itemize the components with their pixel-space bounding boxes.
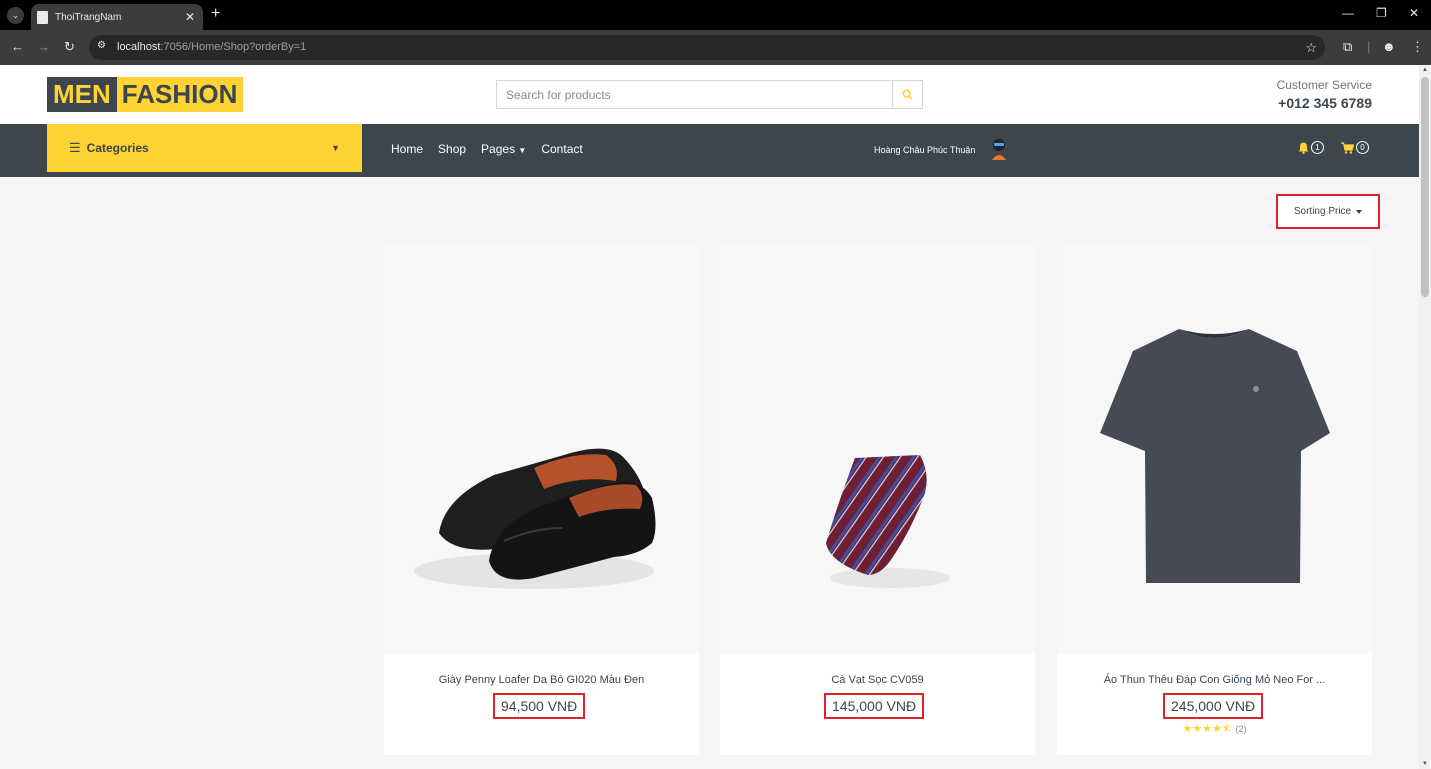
main-navbar: ☰ Categories ▼ Home Shop Pages ▼ Contact… (0, 124, 1419, 177)
cart[interactable]: 0 (1341, 141, 1369, 154)
search-icon (902, 89, 913, 100)
profile-icon[interactable]: ☻ (1382, 39, 1396, 54)
tshirt-image (1100, 329, 1330, 583)
site-logo[interactable]: MEN FASHION (47, 77, 244, 112)
minimize-icon[interactable]: — (1342, 6, 1354, 20)
user-avatar-icon[interactable] (990, 138, 1008, 160)
product-price: 145,000 VNĐ (824, 693, 925, 719)
product-name[interactable]: Áo Thun Thêu Đáp Con Giống Mỏ Neo For ..… (1057, 674, 1372, 686)
page-scrollbar[interactable]: ▲ ▼ (1419, 65, 1431, 769)
search-button[interactable] (892, 81, 922, 108)
notifications[interactable]: 1 (1298, 141, 1324, 154)
browser-menu-icon[interactable]: ⋮ (1411, 39, 1424, 55)
review-count: (2) (1235, 724, 1247, 734)
address-bar[interactable]: ⚙ localhost:7056/Home/Shop?orderBy=1 ☆ (89, 35, 1325, 60)
nav-links: Home Shop Pages ▼ Contact (391, 142, 583, 156)
nav-link-contact[interactable]: Contact (541, 142, 582, 156)
caret-down-icon (1356, 209, 1363, 214)
product-image[interactable] (720, 243, 1035, 653)
scroll-down-icon[interactable]: ▼ (1422, 761, 1428, 767)
page-favicon-icon (37, 10, 48, 24)
product-card[interactable]: Giày Penny Loafer Da Bò GI020 Màu Đen 94… (384, 243, 699, 755)
product-card[interactable]: Áo Thun Thêu Đáp Con Giống Mỏ Neo For ..… (1057, 243, 1372, 755)
search-input[interactable] (497, 81, 893, 108)
star-icon: ★ (1182, 723, 1193, 735)
striped-tie-image (826, 455, 950, 588)
close-tab-icon[interactable]: ✕ (185, 10, 195, 24)
forward-icon[interactable]: → (37, 39, 50, 54)
customer-service: Customer Service +012 345 6789 (1277, 78, 1372, 111)
half-star-icon: ⯪ (1222, 723, 1233, 735)
search-form (496, 80, 923, 109)
tab-search-icon[interactable]: ⌄ (7, 7, 24, 24)
menu-bars-icon: ☰ (69, 140, 81, 155)
nav-link-shop[interactable]: Shop (438, 142, 466, 156)
nav-link-pages-label: Pages (481, 142, 516, 156)
toolbar-divider: | (1367, 39, 1371, 54)
categories-dropdown[interactable]: ☰ Categories ▼ (47, 124, 362, 172)
customer-service-phone: +012 345 6789 (1278, 95, 1372, 111)
cart-icon (1341, 141, 1354, 154)
product-price: 94,500 VNĐ (493, 693, 586, 719)
product-name[interactable]: Cà Vạt Sọc CV059 (720, 674, 1035, 686)
url-path: :7056/Home/Shop?orderBy=1 (160, 41, 307, 53)
star-icon: ★ (1212, 723, 1222, 735)
logo-men: MEN (47, 77, 117, 112)
product-image[interactable] (1057, 243, 1372, 653)
close-window-icon[interactable]: ✕ (1409, 6, 1419, 20)
star-icon: ★ (1202, 723, 1213, 735)
loafer-shoes-image (414, 448, 656, 589)
sort-label: Sorting Price (1293, 206, 1352, 217)
chevron-down-icon: ▼ (518, 146, 527, 155)
user-name[interactable]: Hoàng Châu Phúc Thuận (874, 145, 975, 155)
cart-count-badge: 0 (1356, 141, 1369, 154)
new-tab-icon[interactable]: + (211, 5, 220, 23)
website: MEN FASHION Customer Service +012 345 67… (0, 65, 1419, 769)
product-rating: ★★★★⯪ (2) (1057, 720, 1372, 739)
chevron-down-icon: ▼ (331, 143, 340, 153)
categories-label: Categories (86, 141, 149, 155)
browser-tab-bar: ⌄ ThoiTrangNam ✕ + — ❐ ✕ (0, 0, 1431, 30)
bell-icon (1298, 142, 1309, 154)
site-header: MEN FASHION Customer Service +012 345 67… (0, 65, 1419, 124)
logo-fashion: FASHION (116, 77, 244, 112)
bookmark-star-icon[interactable]: ☆ (1305, 40, 1317, 56)
browser-toolbar: ← → ↻ ⚙ localhost:7056/Home/Shop?orderBy… (0, 30, 1431, 65)
extensions-icon[interactable]: ⧉ (1343, 39, 1352, 55)
restore-icon[interactable]: ❐ (1376, 6, 1387, 20)
site-info-icon[interactable]: ⚙ (97, 40, 106, 51)
notification-count-badge: 1 (1311, 141, 1324, 154)
back-icon[interactable]: ← (11, 39, 24, 54)
sort-price-dropdown[interactable]: Sorting Price (1276, 194, 1380, 229)
reload-icon[interactable]: ↻ (64, 39, 75, 55)
nav-link-home[interactable]: Home (391, 142, 423, 156)
scroll-up-icon[interactable]: ▲ (1422, 67, 1428, 73)
url-text[interactable]: localhost:7056/Home/Shop?orderBy=1 (117, 41, 306, 53)
star-icon: ★ (1192, 723, 1203, 735)
browser-tab[interactable]: ThoiTrangNam ✕ (31, 4, 203, 30)
product-name[interactable]: Giày Penny Loafer Da Bò GI020 Màu Đen (384, 674, 699, 686)
product-image[interactable] (384, 243, 699, 653)
customer-service-label: Customer Service (1276, 78, 1372, 92)
url-host: localhost (117, 41, 161, 53)
nav-link-pages[interactable]: Pages ▼ (481, 142, 526, 156)
product-card[interactable]: Cà Vạt Sọc CV059 145,000 VNĐ (720, 243, 1035, 755)
tab-title: ThoiTrangNam (55, 11, 122, 23)
scrollbar-thumb[interactable] (1421, 77, 1429, 297)
product-price: 245,000 VNĐ (1163, 693, 1264, 719)
